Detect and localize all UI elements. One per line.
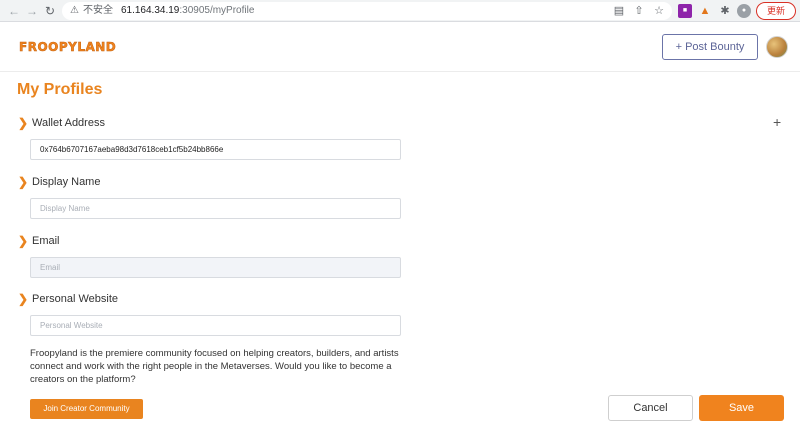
user-avatar[interactable] (766, 36, 788, 58)
browser-toolbar: ← → ↻ ⚠ 不安全 61.164.34.19:30905/myProfile ▤… (0, 0, 800, 22)
extension-purple-icon[interactable]: ■ (678, 4, 692, 18)
post-bounty-button[interactable]: + Post Bounty (662, 34, 758, 60)
profile-avatar-icon[interactable]: ● (737, 4, 751, 18)
display-name-input[interactable] (30, 198, 401, 219)
save-button[interactable]: Save (699, 395, 784, 421)
display-name-label: Display Name (32, 176, 101, 188)
app-header: FROOPYLAND + Post Bounty (0, 22, 800, 72)
join-creator-community-button[interactable]: Join Creator Community (30, 399, 143, 419)
email-input[interactable] (30, 257, 401, 278)
personal-website-section[interactable]: ❯ Personal Website (18, 292, 118, 306)
wallet-address-field[interactable]: 0x764b6707167aeba98d3d7618ceb1cf5b24bb86… (30, 139, 401, 160)
wallet-address-label: Wallet Address (32, 117, 105, 129)
personal-website-input[interactable] (30, 315, 401, 336)
forward-arrow-icon[interactable]: → (24, 3, 40, 19)
address-bar[interactable]: ⚠ 不安全 61.164.34.19:30905/myProfile (62, 2, 672, 20)
back-arrow-icon[interactable]: ← (6, 3, 22, 19)
bookmark-star-icon[interactable]: ☆ (652, 4, 666, 18)
wallet-address-section[interactable]: ❯ Wallet Address (18, 116, 105, 130)
chevron-right-icon: ❯ (18, 175, 29, 189)
cancel-button[interactable]: Cancel (608, 395, 693, 421)
email-section[interactable]: ❯ Email (18, 234, 60, 248)
translate-icon[interactable]: ▤ (612, 4, 626, 18)
url-host: 61.164.34.19 (120, 5, 180, 16)
warning-icon: ⚠ (70, 5, 79, 16)
chevron-right-icon: ❯ (18, 116, 29, 130)
reload-icon[interactable]: ↻ (42, 3, 58, 19)
froopyland-logo[interactable]: FROOPYLAND (19, 40, 116, 55)
update-button[interactable]: 更新 (756, 2, 796, 20)
chevron-right-icon: ❯ (18, 292, 29, 306)
puzzle-extensions-icon[interactable]: ✱ (718, 4, 732, 18)
share-icon[interactable]: ⇧ (632, 4, 646, 18)
insecure-label: 不安全 (82, 5, 113, 16)
page-title: My Profiles (17, 81, 103, 98)
add-wallet-plus-icon[interactable]: + (773, 114, 781, 130)
url-path: :30905/myProfile (179, 5, 255, 16)
display-name-section[interactable]: ❯ Display Name (18, 175, 100, 189)
creator-promo-text: Froopyland is the premiere community foc… (30, 348, 399, 385)
metamask-fox-icon[interactable]: ▲ (698, 4, 712, 18)
chevron-right-icon: ❯ (18, 234, 29, 248)
email-label: Email (32, 235, 60, 247)
personal-website-label: Personal Website (32, 293, 119, 305)
